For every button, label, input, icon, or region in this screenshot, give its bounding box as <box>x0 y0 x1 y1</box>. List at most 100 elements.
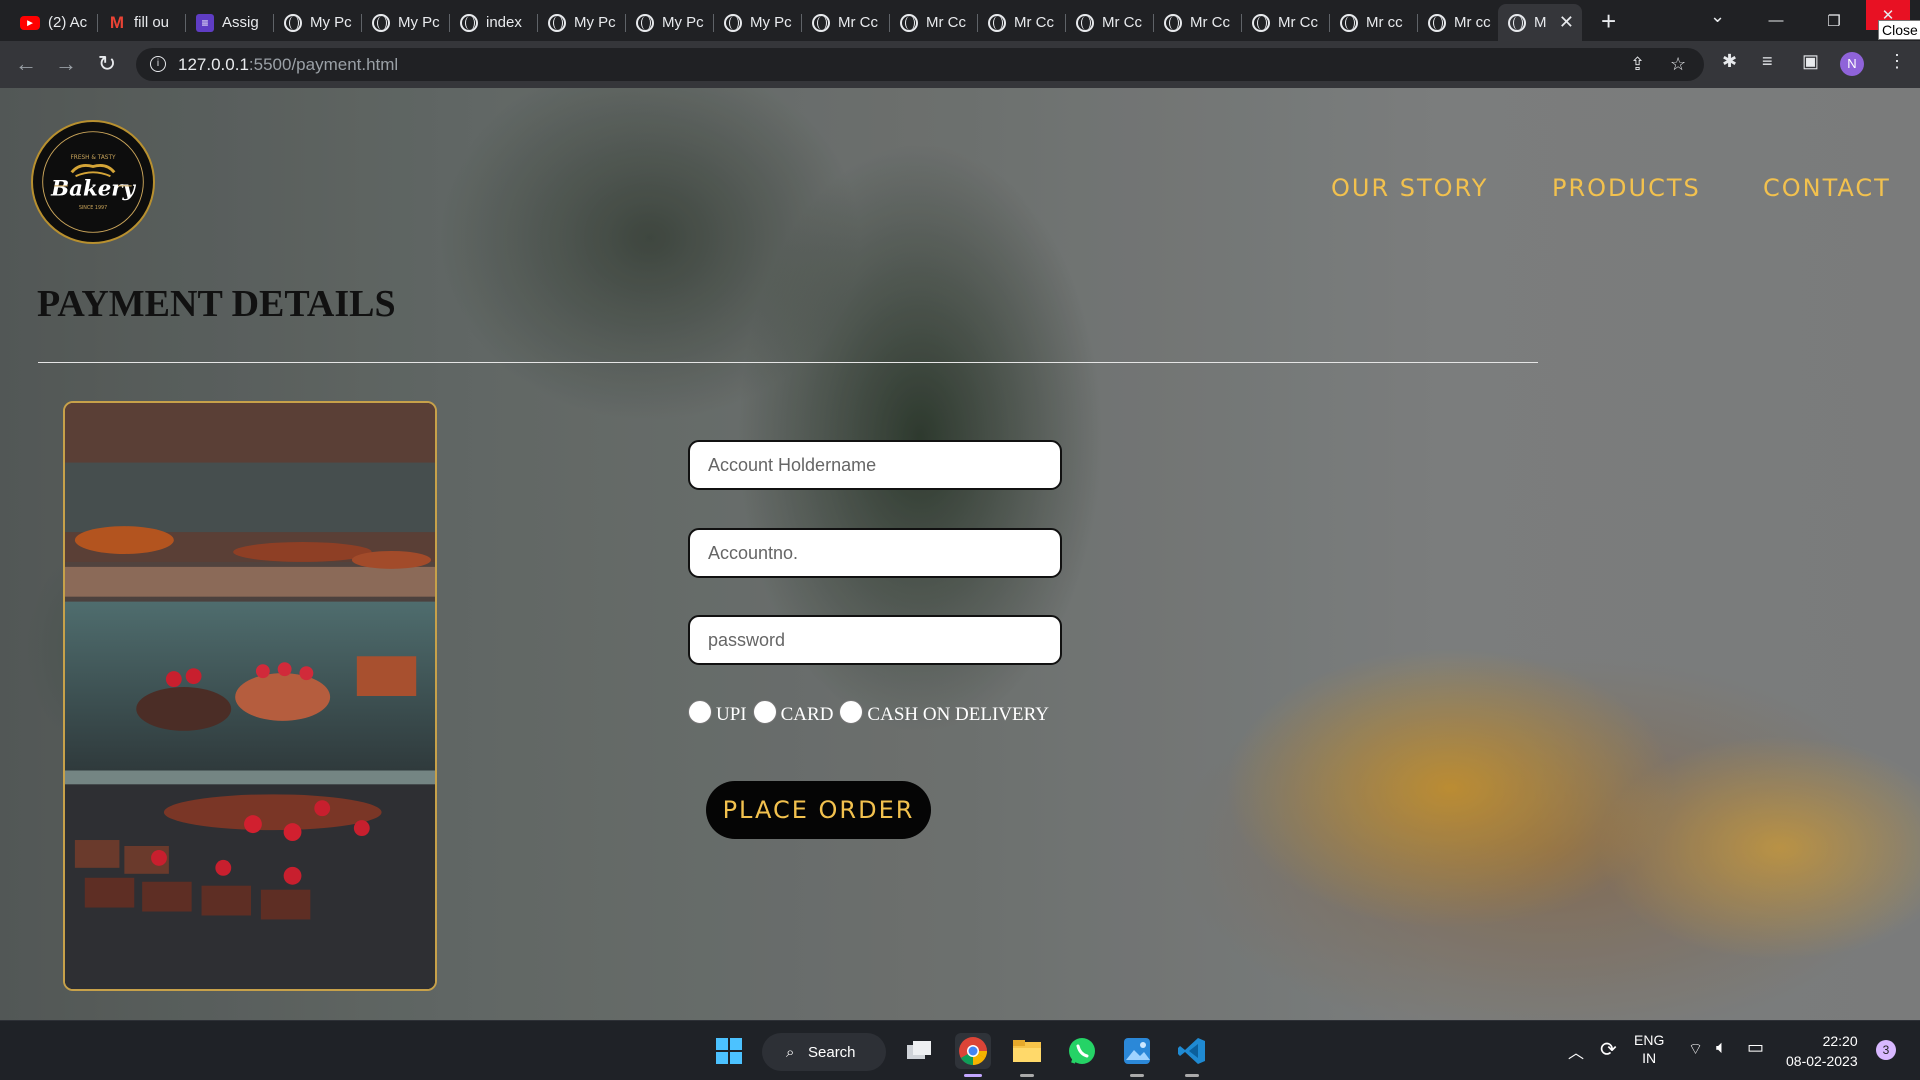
place-order-button[interactable]: PLACE ORDER <box>706 781 931 839</box>
file-explorer-icon[interactable] <box>1009 1033 1045 1077</box>
volume-icon[interactable]: 🔈︎ <box>1716 1037 1727 1058</box>
tab-title: Mr Cc <box>926 14 966 31</box>
whatsapp-icon[interactable] <box>1064 1033 1100 1069</box>
browser-tab[interactable]: Mr Cc <box>890 4 978 41</box>
browser-tab[interactable]: Mr Cc <box>802 4 890 41</box>
tab-title: Mr cc <box>1366 14 1403 31</box>
clock-time: 22:20 <box>1822 1033 1858 1049</box>
globe-icon <box>900 13 918 32</box>
address-bar[interactable]: i 127.0.0.1:5500/payment.html ⇪ ☆ <box>136 48 1704 81</box>
share-icon[interactable]: ⇪ <box>1630 54 1645 75</box>
sync-icon[interactable]: ⟳ <box>1600 1037 1617 1062</box>
taskbar-search-label: Search <box>808 1043 856 1061</box>
wifi-icon[interactable]: ⌔ <box>1688 1039 1703 1059</box>
tab-search-chevron-icon[interactable]: ⌄ <box>1710 6 1725 27</box>
browser-tab[interactable]: ≡ Assig <box>186 4 274 41</box>
globe-icon <box>1252 13 1270 32</box>
browser-tab[interactable]: Mr Cc <box>1154 4 1242 41</box>
browser-menu-icon[interactable]: ⋮ <box>1888 51 1906 72</box>
reload-icon[interactable]: ↻ <box>93 51 121 77</box>
tab-close-icon[interactable]: ✕ <box>1559 12 1574 33</box>
tab-title: My Pc <box>750 14 792 31</box>
windows-taskbar: ⌕ Search ︿ ⟳ ENG IN ⌔ 🔈︎ ▭ 22:20 08-02-2… <box>0 1020 1920 1080</box>
account-holdername-input[interactable] <box>688 440 1062 490</box>
globe-icon <box>988 13 1006 32</box>
globe-icon <box>284 13 302 32</box>
globe-icon <box>1428 13 1446 32</box>
nav-products[interactable]: PRODUCTS <box>1552 174 1701 202</box>
language-indicator[interactable]: ENG IN <box>1634 1031 1664 1067</box>
forward-arrow-icon[interactable]: → <box>52 51 80 77</box>
browser-tab-active[interactable]: M ✕ <box>1498 4 1582 41</box>
payment-page: FRESH & TASTY Bakery SINCE 1997 OUR STOR… <box>0 88 1920 1020</box>
browser-tab[interactable]: Mr Cc <box>1066 4 1154 41</box>
logo-wordmark: Bakery <box>50 177 136 202</box>
profile-avatar[interactable]: N <box>1840 52 1864 76</box>
chrome-icon[interactable] <box>955 1033 991 1077</box>
region-code: IN <box>1642 1050 1657 1066</box>
active-indicator <box>964 1074 982 1077</box>
tab-title: Mr Cc <box>1278 14 1318 31</box>
page-title: PAYMENT DETAILS <box>37 283 396 325</box>
browser-tab[interactable]: Mr cc <box>1330 4 1418 41</box>
close-tooltip: Close <box>1878 20 1920 40</box>
clock[interactable]: 22:20 08-02-2023 <box>1786 1031 1858 1071</box>
restore-icon[interactable]: ❐ <box>1806 0 1862 41</box>
site-info-icon[interactable]: i <box>150 56 166 72</box>
browser-tab-strip: ▶ (2) Ac M fill ou ≡ Assig My Pc My Pc i… <box>0 0 1920 41</box>
back-arrow-icon[interactable]: ← <box>12 51 40 77</box>
side-panel-icon[interactable]: ▣ <box>1802 51 1819 72</box>
browser-tab[interactable]: Mr cc <box>1418 4 1506 41</box>
url-path: :5500/payment.html <box>248 55 399 74</box>
globe-icon <box>636 13 654 32</box>
windows-start-icon[interactable] <box>711 1033 747 1069</box>
tab-title: Mr cc <box>1454 14 1491 31</box>
clock-date: 08-02-2023 <box>1786 1053 1858 1069</box>
photos-icon[interactable] <box>1119 1033 1155 1077</box>
browser-tab[interactable]: M fill ou <box>98 4 186 41</box>
nav-contact[interactable]: CONTACT <box>1763 174 1891 202</box>
upi-radio[interactable] <box>688 700 712 724</box>
bookmark-star-icon[interactable]: ☆ <box>1670 54 1686 75</box>
browser-tab[interactable]: Mr Cc <box>1242 4 1330 41</box>
browser-toolbar: ← → ↻ i 127.0.0.1:5500/payment.html ⇪ ☆ <box>0 41 1920 88</box>
globe-icon <box>1340 13 1358 32</box>
extensions-puzzle-icon[interactable]: ✱ <box>1722 51 1737 72</box>
logo-since: SINCE 1997 <box>79 205 107 211</box>
globe-icon <box>460 13 478 32</box>
browser-tab[interactable]: My Pc <box>274 4 362 41</box>
browser-tab[interactable]: My Pc <box>362 4 450 41</box>
taskbar-search[interactable]: ⌕ Search <box>762 1033 886 1071</box>
cash-on-delivery-radio[interactable] <box>839 700 864 724</box>
browser-tab[interactable]: Mr Cc <box>978 4 1066 41</box>
browser-tab[interactable]: My Pc <box>714 4 802 41</box>
browser-tab[interactable]: index <box>450 4 538 41</box>
account-number-input[interactable] <box>688 528 1062 578</box>
task-view-icon[interactable] <box>901 1033 937 1069</box>
bakery-logo[interactable]: FRESH & TASTY Bakery SINCE 1997 <box>31 120 155 244</box>
browser-tab[interactable]: ▶ (2) Ac <box>10 4 98 41</box>
card-radio[interactable] <box>752 700 777 724</box>
globe-icon <box>1164 13 1182 32</box>
gmail-icon: M <box>109 12 125 32</box>
browser-tab[interactable]: My Pc <box>538 4 626 41</box>
minimize-icon[interactable]: — <box>1748 0 1804 41</box>
tab-title: Mr Cc <box>838 14 878 31</box>
url-host: 127.0.0.1 <box>178 55 249 74</box>
vscode-icon[interactable] <box>1174 1033 1210 1077</box>
password-input[interactable] <box>688 615 1062 665</box>
title-divider <box>38 362 1538 363</box>
open-indicator <box>1130 1074 1144 1077</box>
nav-our-story[interactable]: OUR STORY <box>1331 174 1488 202</box>
language-code: ENG <box>1634 1032 1665 1048</box>
battery-icon[interactable]: ▭ <box>1747 1037 1764 1058</box>
url-text[interactable]: 127.0.0.1:5500/payment.html <box>178 55 398 75</box>
new-tab-icon[interactable]: + <box>1601 6 1616 37</box>
cash-on-delivery-label: CASH ON DELIVERY <box>867 704 1049 725</box>
open-indicator <box>1185 1074 1199 1077</box>
browser-tab[interactable]: My Pc <box>626 4 714 41</box>
tab-title: index <box>486 14 522 31</box>
notification-badge[interactable]: 3 <box>1876 1040 1896 1060</box>
media-queue-icon[interactable]: ≡ <box>1762 51 1773 72</box>
show-hidden-icons-chevron-icon[interactable]: ︿ <box>1568 1039 1584 1063</box>
